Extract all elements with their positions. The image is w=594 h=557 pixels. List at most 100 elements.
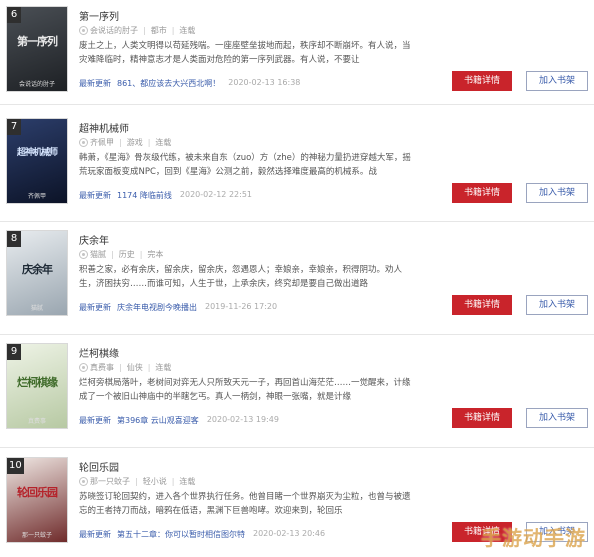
update-time: 2019-11-26 17:20: [205, 302, 278, 311]
author-name[interactable]: 猫腻: [90, 249, 106, 260]
book-description: 韩萧，《星海》骨灰级代练，被未来自东（zuo）方（zhe）的神秘力量扔进穿越大军…: [79, 153, 411, 177]
book-rank-list: 6 第一序列 会说话的肘子 第一序列 会说话的肘子 | 都市 | 连载 废土之上，人类文明得以苟延…: [0, 0, 594, 557]
list-item: 7 超神机械师 齐佩甲 超神机械师 齐佩甲 | 游戏 | 连载 韩萧，《星海》骨灰级代练，被未来自…: [0, 112, 594, 224]
status-label: 连载: [179, 26, 196, 35]
update-time: 2020-02-12 22:51: [179, 190, 252, 199]
book-description: 废土之上，人类文明得以苟延残喘。一座座壁垒拔地而起，秩序却不断崩坏。有人说，当灾…: [79, 41, 411, 65]
category-link[interactable]: 历史: [119, 249, 135, 260]
divider: |: [147, 363, 151, 372]
category-link[interactable]: 仙侠: [127, 362, 143, 373]
book-cover[interactable]: 7 超神机械师齐佩甲: [6, 118, 68, 204]
category-link[interactable]: 轻小说: [143, 476, 167, 487]
book-detail-button[interactable]: 书籍详情: [452, 71, 512, 91]
status-label: 完本: [147, 250, 164, 259]
update-time: 2020-02-13 20:46: [253, 529, 326, 538]
book-meta: 那一只蚊子 | 轻小说 | 连载: [79, 476, 195, 487]
add-to-shelf-button[interactable]: 加入书架: [526, 71, 588, 91]
divider: |: [119, 363, 122, 372]
book-title-link[interactable]: 烂柯棋缘: [79, 345, 119, 360]
book-detail-button[interactable]: 书籍详情: [452, 408, 512, 428]
category-link[interactable]: 都市: [151, 25, 167, 36]
latest-update: 最新更新 第五十二章：你可以暂时相信图尔特 2020-02-13 20:46: [79, 529, 325, 540]
cover-author: 会说话的肘子: [18, 81, 55, 88]
divider: |: [135, 477, 138, 486]
latest-update-label: 最新更新: [79, 416, 111, 425]
add-to-shelf-button[interactable]: 加入书架: [526, 295, 588, 315]
author-icon: [79, 363, 88, 372]
book-title-link[interactable]: 轮回乐园: [79, 459, 119, 474]
category-link[interactable]: 游戏: [127, 137, 143, 148]
rank-badge: 8: [7, 231, 21, 247]
divider: |: [143, 26, 146, 35]
divider: |: [171, 26, 175, 35]
cover-title: 超神机械师: [16, 148, 58, 158]
update-time: 2020-02-13 16:38: [228, 78, 301, 87]
author-name[interactable]: 会说话的肘子: [90, 25, 138, 36]
cover-author: 猫腻: [30, 305, 43, 312]
latest-update-label: 最新更新: [79, 530, 111, 539]
divider: |: [171, 477, 175, 486]
status-label: 连载: [155, 138, 172, 147]
latest-chapter-link[interactable]: 第396章 云山观喜迎客: [117, 415, 199, 426]
book-title-link[interactable]: 超神机械师: [79, 120, 129, 135]
cover-author: 那一只蚊子: [21, 532, 52, 539]
rank-badge: 6: [7, 7, 21, 23]
book-meta: 齐佩甲 | 游戏 | 连载: [79, 137, 171, 148]
book-meta: 猫腻 | 历史 | 完本: [79, 249, 163, 260]
divider: [0, 334, 594, 335]
divider: [0, 447, 594, 448]
add-to-shelf-button[interactable]: 加入书架: [526, 408, 588, 428]
divider: [0, 104, 594, 105]
add-to-shelf-button[interactable]: 加入书架: [526, 183, 588, 203]
book-detail-button[interactable]: 书籍详情: [452, 183, 512, 203]
latest-chapter-link[interactable]: 861、都应该去大兴西北啊！: [117, 78, 220, 89]
list-item: 8 庆余年 猫腻 庆余年 猫腻 | 历史 | 完本 积善之家，必有余庆，留余庆，留余庆，忽遇恩人；…: [0, 224, 594, 336]
book-detail-button[interactable]: 书籍详情: [452, 295, 512, 315]
author-icon: [79, 477, 88, 486]
book-meta: 会说话的肘子 | 都市 | 连载: [79, 25, 195, 36]
book-cover[interactable]: 6 第一序列会说话的肘子: [6, 6, 68, 92]
status-label: 连载: [179, 477, 196, 486]
author-name[interactable]: 齐佩甲: [90, 137, 114, 148]
divider: |: [139, 250, 143, 259]
latest-chapter-link[interactable]: 1174 降临前线: [117, 190, 172, 201]
book-cover[interactable]: 8 庆余年猫腻: [6, 230, 68, 316]
divider: |: [119, 138, 122, 147]
author-icon: [79, 26, 88, 35]
cover-title: 庆余年: [22, 263, 53, 276]
rank-badge: 9: [7, 344, 21, 360]
latest-chapter-link[interactable]: 第五十二章：你可以暂时相信图尔特: [117, 529, 245, 540]
watermark: 手游动手游: [481, 526, 586, 550]
author-icon: [79, 138, 88, 147]
book-description: 积善之家，必有余庆，留余庆，留余庆，忽遇恩人；幸娘亲，幸娘亲，积得阴功。劝人生，…: [79, 265, 403, 289]
book-description: 烂柯旁棋局落叶，老树间对弈无人只所致天元一子，再回首山海茫茫……一觉醒来，计缘成…: [79, 378, 411, 402]
latest-update-label: 最新更新: [79, 79, 111, 88]
book-title-link[interactable]: 庆余年: [79, 232, 109, 247]
book-cover[interactable]: 10 轮回乐园 那一只蚊子: [6, 457, 68, 543]
rank-badge: 7: [7, 119, 21, 135]
divider: |: [111, 250, 114, 259]
cover-author: 齐佩甲: [27, 193, 46, 200]
status-label: 连载: [155, 363, 172, 372]
cover-author: 真费事: [27, 418, 46, 425]
book-meta: 真费事 | 仙侠 | 连载: [79, 362, 171, 373]
latest-update: 最新更新 庆余年电视剧今晚播出 2019-11-26 17:20: [79, 302, 277, 313]
author-icon: [79, 250, 88, 259]
list-item: 6 第一序列 会说话的肘子 第一序列 会说话的肘子 | 都市 | 连载 废土之上，人类文明得以苟延…: [0, 0, 594, 112]
divider: |: [147, 138, 151, 147]
divider: [0, 221, 594, 222]
book-cover[interactable]: 9 烂柯棋缘 真费事: [6, 343, 68, 429]
cover-title: 第一序列: [17, 35, 58, 48]
latest-chapter-link[interactable]: 庆余年电视剧今晚播出: [117, 302, 197, 313]
author-name[interactable]: 那一只蚊子: [90, 476, 130, 487]
latest-update: 最新更新 1174 降临前线 2020-02-12 22:51: [79, 190, 252, 201]
latest-update: 最新更新 861、都应该去大兴西北啊！ 2020-02-13 16:38: [79, 78, 300, 89]
list-item: 9 烂柯棋缘 真费事 烂柯棋缘真费事 | 仙侠 | 连载烂柯旁棋局落叶，老树间对弈无人只所致天…: [0, 337, 594, 449]
latest-update: 最新更新 第396章 云山观喜迎客 2020-02-13 19:49: [79, 415, 279, 426]
latest-update-label: 最新更新: [79, 191, 111, 200]
book-description: 苏晓签订轮回契约，进入各个世界执行任务。他曾目睹一个世界崩灭为尘粒，也曾与被遗忘…: [79, 492, 411, 516]
cover-title: 轮回乐园: [17, 486, 58, 499]
book-title-link[interactable]: 第一序列: [79, 8, 119, 23]
author-name[interactable]: 真费事: [90, 362, 114, 373]
latest-update-label: 最新更新: [79, 303, 111, 312]
